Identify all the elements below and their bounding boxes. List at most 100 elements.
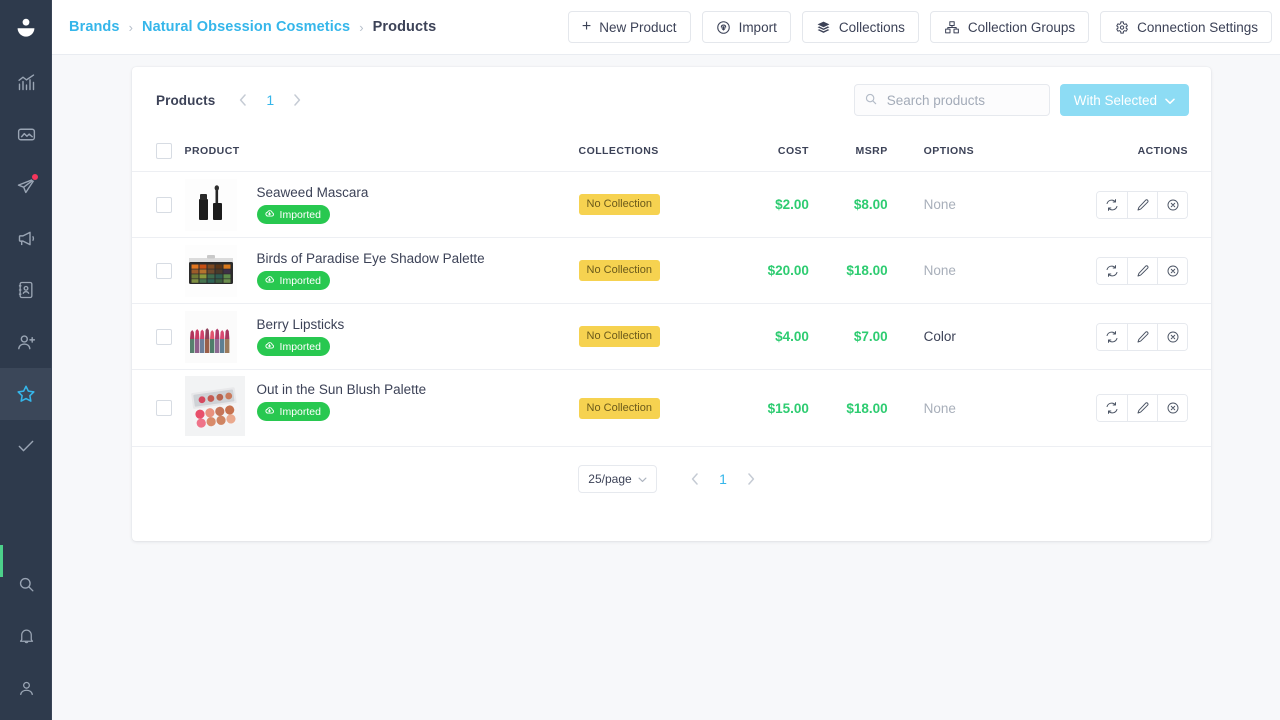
edit-pencil-icon[interactable] bbox=[1127, 395, 1157, 421]
footer-next-page-icon[interactable] bbox=[737, 465, 765, 493]
row-select-cell bbox=[132, 370, 185, 447]
imported-badge: Imported bbox=[256, 402, 330, 421]
sidebar-item-add-user[interactable] bbox=[0, 316, 52, 368]
remove-circle-icon[interactable] bbox=[1157, 257, 1187, 284]
actions-cell bbox=[1019, 171, 1211, 238]
footer-prev-page-icon[interactable] bbox=[681, 465, 709, 493]
imported-badge: Imported bbox=[256, 205, 330, 224]
mascara-thumbnail bbox=[184, 178, 237, 231]
import-button[interactable]: Import bbox=[701, 11, 791, 43]
row-action-group bbox=[1096, 190, 1188, 219]
sidebar-item-notifications[interactable] bbox=[0, 610, 52, 662]
imported-badge: Imported bbox=[256, 271, 330, 290]
collections-label: Collections bbox=[838, 19, 905, 35]
cost-cell: $2.00 bbox=[730, 171, 809, 238]
connection-settings-button[interactable]: Connection Settings bbox=[1100, 11, 1272, 43]
notification-dot bbox=[31, 173, 39, 181]
sidebar-item-analytics[interactable] bbox=[0, 56, 52, 108]
remove-circle-icon[interactable] bbox=[1157, 323, 1187, 350]
search-input[interactable] bbox=[853, 84, 1050, 116]
row-select-cell bbox=[132, 303, 185, 370]
card-header-right: With Selected bbox=[853, 84, 1189, 116]
table-body: Seaweed Mascara Imported No Collection $… bbox=[132, 171, 1211, 447]
product-name[interactable]: Out in the Sun Blush Palette bbox=[257, 382, 427, 397]
group-boxes-icon bbox=[944, 20, 960, 35]
remove-circle-icon[interactable] bbox=[1157, 191, 1187, 218]
edit-pencil-icon[interactable] bbox=[1127, 191, 1157, 218]
edit-pencil-icon[interactable] bbox=[1127, 257, 1157, 284]
imported-badge: Imported bbox=[256, 337, 330, 356]
row-checkbox[interactable] bbox=[156, 400, 172, 416]
sync-icon[interactable] bbox=[1097, 323, 1127, 350]
msrp-cell: $18.00 bbox=[808, 237, 888, 304]
table-row: Out in the Sun Blush Palette Imported No… bbox=[132, 370, 1211, 447]
collection-cell: No Collection bbox=[578, 303, 731, 370]
row-checkbox[interactable] bbox=[156, 196, 172, 213]
collection-groups-label: Collection Groups bbox=[967, 19, 1076, 35]
footer-page-number[interactable]: 1 bbox=[709, 471, 737, 487]
product-cell: Berry Lipsticks Imported bbox=[184, 303, 579, 370]
product-name[interactable]: Berry Lipsticks bbox=[257, 317, 345, 332]
options-value: None bbox=[923, 400, 956, 416]
sidebar-item-messages[interactable] bbox=[0, 160, 52, 212]
remove-circle-icon[interactable] bbox=[1157, 395, 1187, 421]
select-all-header bbox=[132, 133, 185, 172]
import-label: Import bbox=[738, 19, 777, 35]
sync-icon[interactable] bbox=[1097, 191, 1127, 218]
msrp-cell: $8.00 bbox=[808, 171, 888, 238]
cost-cell: $15.00 bbox=[730, 370, 809, 447]
product-name[interactable]: Birds of Paradise Eye Shadow Palette bbox=[257, 251, 485, 266]
new-product-button[interactable]: + New Product bbox=[567, 11, 691, 43]
eyeshadow-palette-thumbnail bbox=[184, 244, 237, 297]
cost-cell: $4.00 bbox=[730, 303, 809, 370]
options-value: Color bbox=[923, 329, 956, 344]
product-cell: Out in the Sun Blush Palette Imported bbox=[184, 370, 579, 447]
cost-value: $4.00 bbox=[775, 329, 809, 344]
collection-cell: No Collection bbox=[578, 370, 731, 447]
column-header-options: OPTIONS bbox=[887, 133, 1019, 172]
chevron-down-icon bbox=[1165, 93, 1175, 108]
msrp-value: $7.00 bbox=[853, 329, 888, 344]
breadcrumb-item-brand-name[interactable]: Natural Obsession Cosmetics bbox=[142, 19, 350, 35]
select-all-checkbox[interactable] bbox=[156, 143, 172, 159]
sync-icon[interactable] bbox=[1097, 395, 1127, 421]
table-row: Berry Lipsticks Imported No Collection $… bbox=[132, 303, 1211, 370]
row-action-group bbox=[1096, 322, 1188, 351]
search-field-wrapper bbox=[853, 84, 1050, 116]
options-cell: None bbox=[888, 370, 1019, 447]
blush-palette-thumbnail bbox=[184, 376, 245, 436]
product-name[interactable]: Seaweed Mascara bbox=[257, 185, 369, 200]
cloud-download-icon bbox=[264, 274, 275, 288]
with-selected-label: With Selected bbox=[1073, 92, 1157, 108]
card-header: Products 1 With Selected bbox=[132, 67, 1211, 133]
msrp-cell: $18.00 bbox=[809, 370, 887, 447]
breadcrumb: Brands › Natural Obsession Cosmetics › P… bbox=[69, 19, 436, 35]
with-selected-dropdown-button[interactable]: With Selected bbox=[1059, 84, 1189, 116]
collections-button[interactable]: Collections bbox=[801, 11, 919, 43]
column-header-product: PRODUCT bbox=[184, 133, 579, 172]
sync-icon[interactable] bbox=[1097, 257, 1127, 284]
header-page-number[interactable]: 1 bbox=[257, 92, 283, 108]
sidebar-item-brands[interactable] bbox=[0, 368, 52, 420]
per-page-select[interactable]: 25/page bbox=[578, 465, 657, 493]
header-next-page-icon[interactable] bbox=[283, 86, 311, 114]
row-action-group bbox=[1096, 394, 1188, 422]
sidebar-item-account[interactable] bbox=[0, 662, 52, 714]
breadcrumb-item-brands[interactable]: Brands bbox=[69, 19, 120, 35]
collection-groups-button[interactable]: Collection Groups bbox=[929, 11, 1090, 43]
header-prev-page-icon[interactable] bbox=[229, 86, 257, 114]
sidebar-item-campaigns[interactable] bbox=[0, 212, 52, 264]
breadcrumb-separator-icon: › bbox=[359, 19, 364, 35]
sidebar-item-media[interactable] bbox=[0, 108, 52, 160]
edit-pencil-icon[interactable] bbox=[1127, 323, 1157, 350]
sidebar-item-search[interactable] bbox=[0, 558, 52, 610]
row-checkbox[interactable] bbox=[156, 262, 172, 279]
imported-badge-label: Imported bbox=[279, 340, 321, 353]
sidebar-item-contacts[interactable] bbox=[0, 264, 52, 316]
top-bar: Brands › Natural Obsession Cosmetics › P… bbox=[52, 0, 1280, 55]
app-logo-icon[interactable] bbox=[0, 0, 52, 56]
collection-cell: No Collection bbox=[578, 171, 731, 238]
row-checkbox[interactable] bbox=[156, 328, 172, 345]
sidebar-item-tasks[interactable] bbox=[0, 420, 52, 472]
footer-pagination: 1 bbox=[681, 465, 765, 493]
